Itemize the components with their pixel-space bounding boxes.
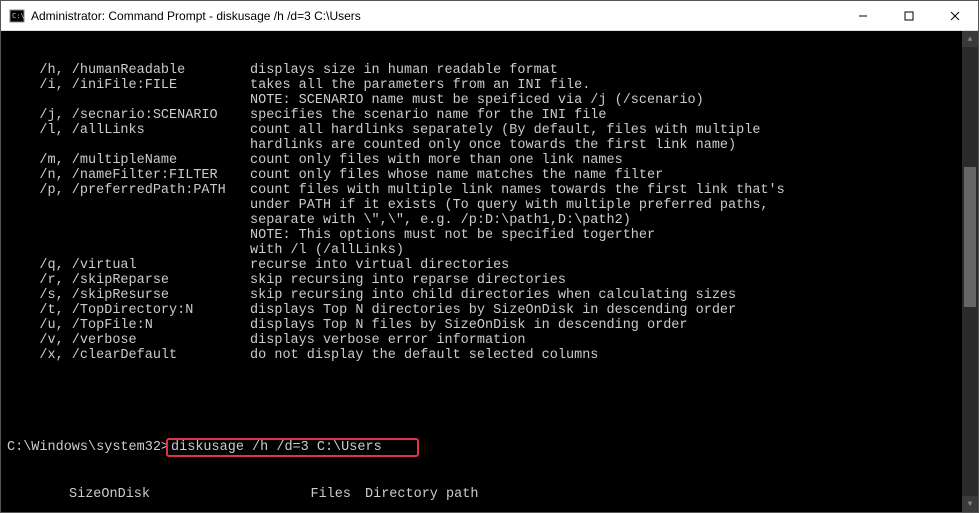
help-line: NOTE: SCENARIO name must be speificed vi… <box>7 93 974 108</box>
window: C:\ Administrator: Command Prompt - disk… <box>0 0 979 513</box>
window-title: Administrator: Command Prompt - diskusag… <box>31 9 840 23</box>
help-line: under PATH if it exists (To query with m… <box>7 198 974 213</box>
help-line: hardlinks are counted only once towards … <box>7 138 974 153</box>
help-text: /h, /humanReadable displays size in huma… <box>7 63 974 363</box>
scroll-thumb[interactable] <box>964 167 976 307</box>
cmd-icon: C:\ <box>9 8 25 24</box>
scroll-down-icon[interactable]: ▼ <box>962 496 978 512</box>
help-line: /n, /nameFilter:FILTER count only files … <box>7 168 974 183</box>
help-line: /r, /skipReparse skip recursing into rep… <box>7 273 974 288</box>
scroll-track[interactable] <box>962 47 978 496</box>
command-text: diskusage /h /d=3 C:\Users <box>171 440 382 455</box>
help-line: /v, /verbose displays verbose error info… <box>7 333 974 348</box>
terminal[interactable]: /h, /humanReadable displays size in huma… <box>1 31 978 512</box>
header-size: SizeOnDisk <box>7 487 159 502</box>
minimize-button[interactable] <box>840 1 886 30</box>
help-line: /m, /multipleName count only files with … <box>7 153 974 168</box>
close-button[interactable] <box>932 1 978 30</box>
titlebar: C:\ Administrator: Command Prompt - disk… <box>1 1 978 31</box>
help-line: /j, /secnario:SCENARIO specifies the sce… <box>7 108 974 123</box>
help-line: separate with \",\", e.g. /p:D:\path1,D:… <box>7 213 974 228</box>
help-line: /p, /preferredPath:PATH count files with… <box>7 183 974 198</box>
scrollbar[interactable]: ▲ ▼ <box>962 31 978 512</box>
output-header: SizeOnDisk Files Directory path <box>7 487 974 502</box>
help-line: /t, /TopDirectory:N displays Top N direc… <box>7 303 974 318</box>
command-highlight: diskusage /h /d=3 C:\Users <box>166 438 419 457</box>
help-line: NOTE: This options must not be specified… <box>7 228 974 243</box>
help-line: /q, /virtual recurse into virtual direct… <box>7 258 974 273</box>
prompt-line: C:\Windows\system32>diskusage /h /d=3 C:… <box>7 438 974 457</box>
svg-text:C:\: C:\ <box>12 12 25 20</box>
help-line: /s, /skipResurse skip recursing into chi… <box>7 288 974 303</box>
help-line: /h, /humanReadable displays size in huma… <box>7 63 974 78</box>
help-line: /u, /TopFile:N displays Top N files by S… <box>7 318 974 333</box>
scroll-up-icon[interactable]: ▲ <box>962 31 978 47</box>
help-line: /i, /iniFile:FILE takes all the paramete… <box>7 78 974 93</box>
header-files: Files <box>247 487 359 502</box>
help-line: /x, /clearDefault do not display the def… <box>7 348 974 363</box>
help-line: /l, /allLinks count all hardlinks separa… <box>7 123 974 138</box>
header-path: Directory path <box>359 487 974 502</box>
prompt-path: C:\Windows\system32> <box>7 440 169 455</box>
window-controls <box>840 1 978 30</box>
help-line: with /l (/allLinks) <box>7 243 974 258</box>
maximize-button[interactable] <box>886 1 932 30</box>
